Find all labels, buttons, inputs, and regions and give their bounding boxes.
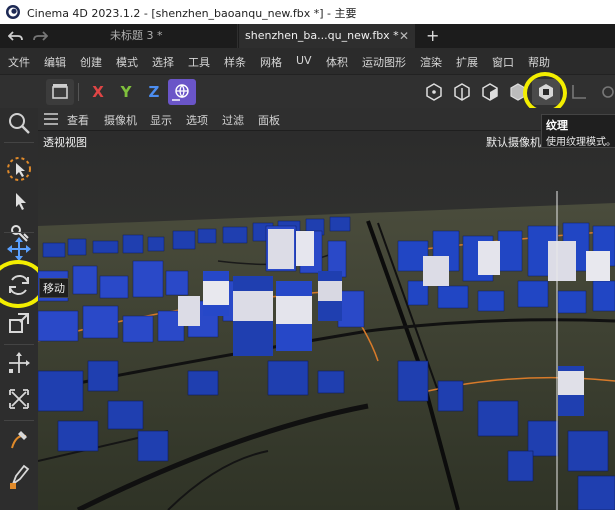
menu-spline[interactable]: 样条 [224,54,246,70]
cursor-icon [16,193,26,210]
perspective-viewport[interactable]: 透视视图 默认摄像机 [38,131,615,510]
tool-divider [4,420,34,421]
title-bar: Cinema 4D 2023.1.2 - [shenzhen_baoanqu_n… [0,0,615,24]
x-axis-lock-button[interactable]: X [84,79,112,105]
tool-divider [4,142,34,143]
menu-create[interactable]: 创建 [80,54,102,70]
scale-icon [9,313,29,333]
viewport-name-label: 透视视图 [43,136,87,149]
live-selection-button[interactable] [4,154,34,184]
tab-shenzhen-fbx[interactable]: shenzhen_ba...qu_new.fbx * ✕ [239,24,415,48]
viewport-menu-options[interactable]: 选项 [186,112,208,128]
menu-file[interactable]: 文件 [8,54,30,70]
tab-label: shenzhen_ba...qu_new.fbx * [245,29,399,42]
tool-divider [4,344,34,345]
transform-tool-button[interactable] [4,348,34,378]
coordinate-system-button[interactable] [168,79,196,105]
y-axis-lock-button[interactable]: Y [112,79,140,105]
menu-uv[interactable]: UV [296,54,312,67]
menu-tools[interactable]: 工具 [188,54,210,70]
clapboard-icon [52,84,68,99]
workplane-icon [572,85,586,99]
snap-button[interactable] [594,79,615,105]
new-tab-plus-icon[interactable]: + [426,26,439,45]
tab-untitled-3[interactable]: 未标题 3 * [80,24,238,48]
hamburger-menu-icon[interactable] [44,113,58,125]
workplane-button[interactable] [566,79,594,105]
search-icon [9,113,30,134]
menu-mograph[interactable]: 运动图形 [362,54,406,70]
tooltip-description: 使用纹理模式。 [546,137,615,148]
close-tab-icon[interactable]: ✕ [399,24,409,48]
document-tab-bar: 未标题 3 * shenzhen_ba...qu_new.fbx * ✕ + [0,24,615,48]
render-view-button[interactable] [46,79,74,105]
scale-tool-button[interactable] [4,308,34,338]
viewport-menu-panel[interactable]: 面板 [258,112,280,128]
menu-mode[interactable]: 模式 [116,54,138,70]
tooltip-title: 纹理 [546,119,568,132]
pen-tool-button[interactable] [4,426,34,456]
menu-edit[interactable]: 编辑 [44,54,66,70]
undo-icon[interactable] [8,30,24,42]
menu-volume[interactable]: 体积 [326,54,348,70]
points-mode-button[interactable] [420,79,448,105]
menu-help[interactable]: 帮助 [528,54,550,70]
move-tool-tooltip: 移动 [39,278,69,298]
polygons-mode-button[interactable] [476,79,504,105]
menu-select[interactable]: 选择 [152,54,174,70]
move-pointer-button[interactable] [4,186,34,216]
left-tool-palette [0,108,46,510]
viewport-menu-filter[interactable]: 过滤 [222,112,244,128]
toolbar: X Y Z [0,72,615,114]
tool-divider [4,232,34,233]
menu-mesh[interactable]: 网格 [260,54,282,70]
viewport-menu-display[interactable]: 显示 [150,112,172,128]
menu-window[interactable]: 窗口 [492,54,514,70]
menu-extensions[interactable]: 扩展 [456,54,478,70]
window-title: Cinema 4D 2023.1.2 - [shenzhen_baoanqu_n… [27,7,357,20]
toolbar-divider [78,83,79,101]
pencil-icon [10,464,30,489]
edges-mode-button[interactable] [448,79,476,105]
globe-icon [172,84,189,101]
z-axis-lock-button[interactable]: Z [140,79,168,105]
camera-name-label: 默认摄像机 [486,136,541,149]
redo-icon[interactable] [32,30,48,42]
viewport-menu-bar: 查看 摄像机 显示 选项 过滤 面板 [38,108,615,131]
transform-arrows-icon [9,352,30,373]
pen-spline-icon [11,431,27,449]
edges-mode-icon [454,83,470,101]
cinema4d-logo-icon [6,5,20,19]
sketch-tool-button[interactable] [4,460,34,490]
polygons-mode-icon [482,83,498,101]
texture-mode-tooltip: 纹理 使用纹理模式。 [541,114,615,148]
viewport-menu-view[interactable]: 查看 [67,112,89,128]
menu-bar: 文件 编辑 创建 模式 选择 工具 样条 网格 UV 体积 运动图形 渲染 扩展… [0,48,615,74]
menu-render[interactable]: 渲染 [420,54,442,70]
live-selection-icon [7,157,31,181]
viewport-menu-cameras[interactable]: 摄像机 [104,112,137,128]
tab-label: 未标题 3 * [110,29,163,42]
coordinate-arrows-icon [9,389,29,409]
snap-icon [602,86,614,98]
search-tool-button[interactable] [4,108,34,138]
city-scene-render [38,131,615,510]
coordinate-tool-button[interactable] [4,384,34,414]
points-mode-icon [426,83,442,101]
